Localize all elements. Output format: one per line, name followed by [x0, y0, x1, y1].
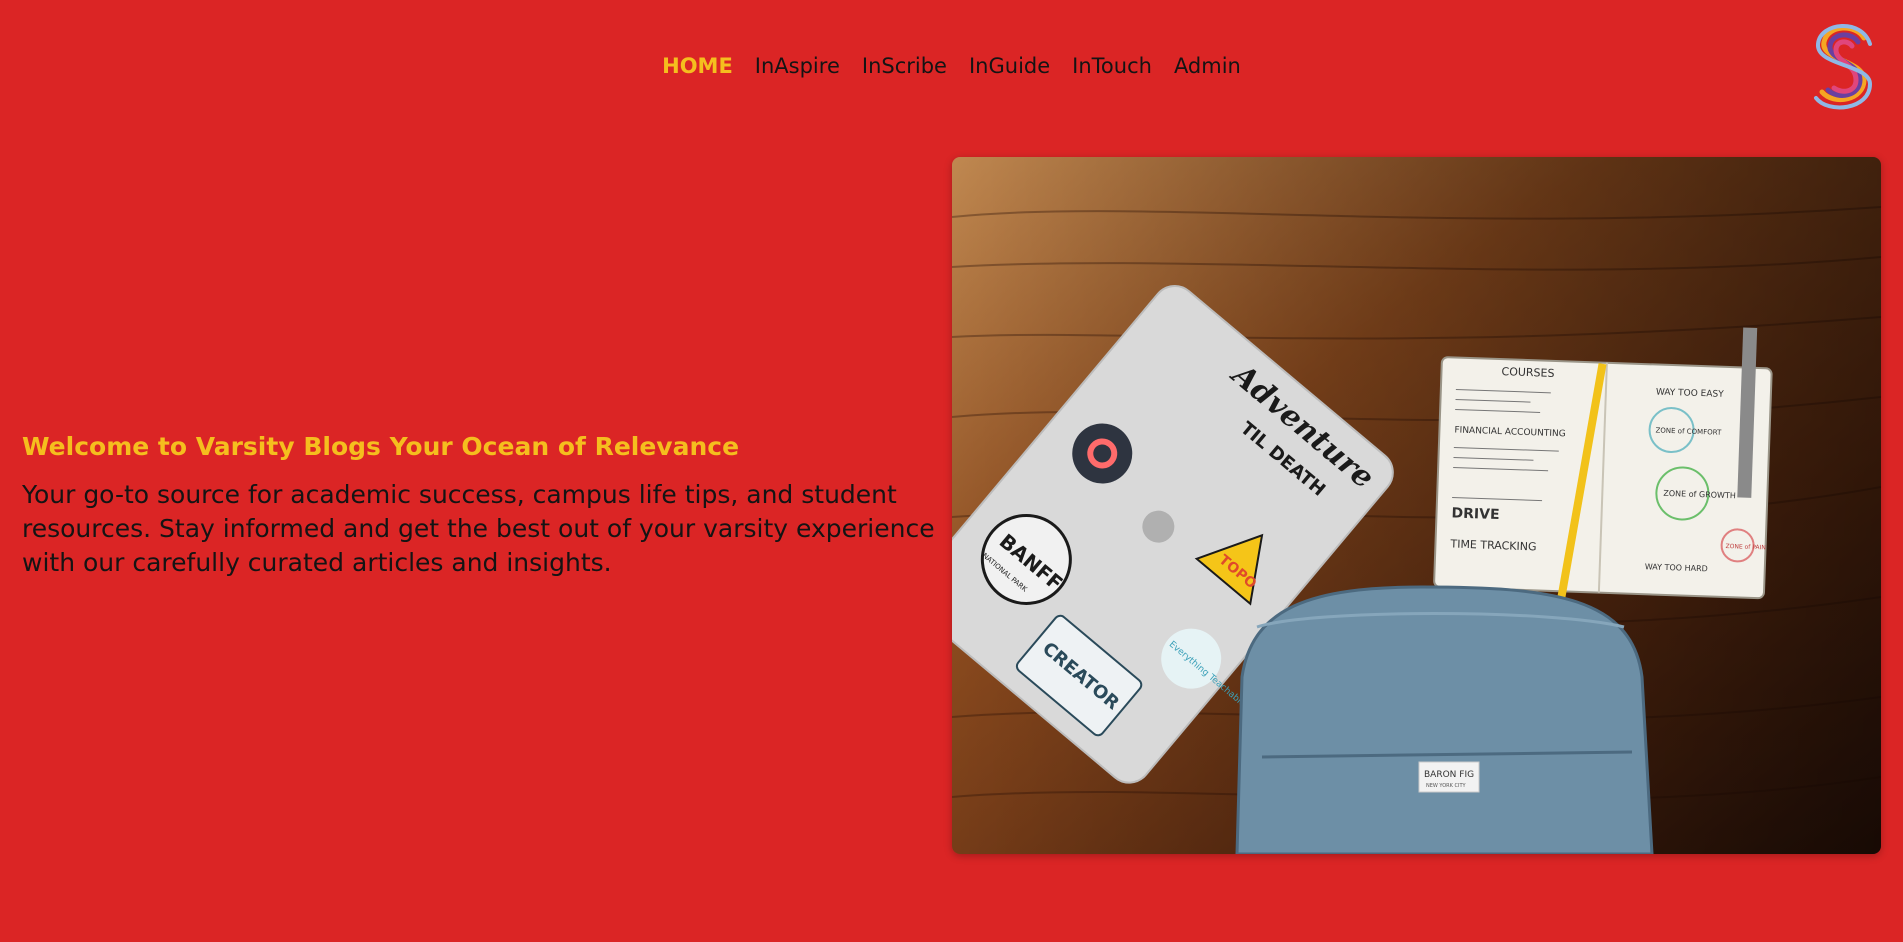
nav-item-inguide[interactable]: InGuide [958, 52, 1061, 80]
nav-item-inscribe[interactable]: InScribe [851, 52, 958, 80]
svg-text:NEW YORK CITY: NEW YORK CITY [1426, 783, 1467, 789]
svg-text:ZONE of PAIN: ZONE of PAIN [1725, 543, 1766, 551]
logo-icon [1814, 24, 1873, 110]
hero-description: Your go-to source for academic success, … [22, 480, 935, 577]
svg-text:COURSES: COURSES [1501, 365, 1554, 380]
nav-item-home[interactable]: HOME [651, 52, 744, 80]
hero-title: Welcome to Varsity Blogs Your Ocean of R… [22, 432, 740, 461]
nav-item-inaspire[interactable]: InAspire [744, 52, 851, 80]
site-logo[interactable] [1812, 20, 1876, 112]
nav-item-intouch[interactable]: InTouch [1061, 52, 1163, 80]
main-nav: HOME InAspire InScribe InGuide InTouch A… [0, 52, 1903, 80]
desk-photo: Adventure TIL DEATH TOPO BANFF NATIONAL … [952, 157, 1881, 854]
page: HOME InAspire InScribe InGuide InTouch A… [0, 0, 1903, 942]
backpack: BARON FIG NEW YORK CITY [1235, 585, 1654, 854]
svg-text:BARON FIG: BARON FIG [1424, 770, 1474, 780]
nav-item-admin[interactable]: Admin [1163, 52, 1252, 80]
svg-text:DRIVE: DRIVE [1451, 505, 1500, 523]
hero-image: Adventure TIL DEATH TOPO BANFF NATIONAL … [952, 157, 1881, 854]
